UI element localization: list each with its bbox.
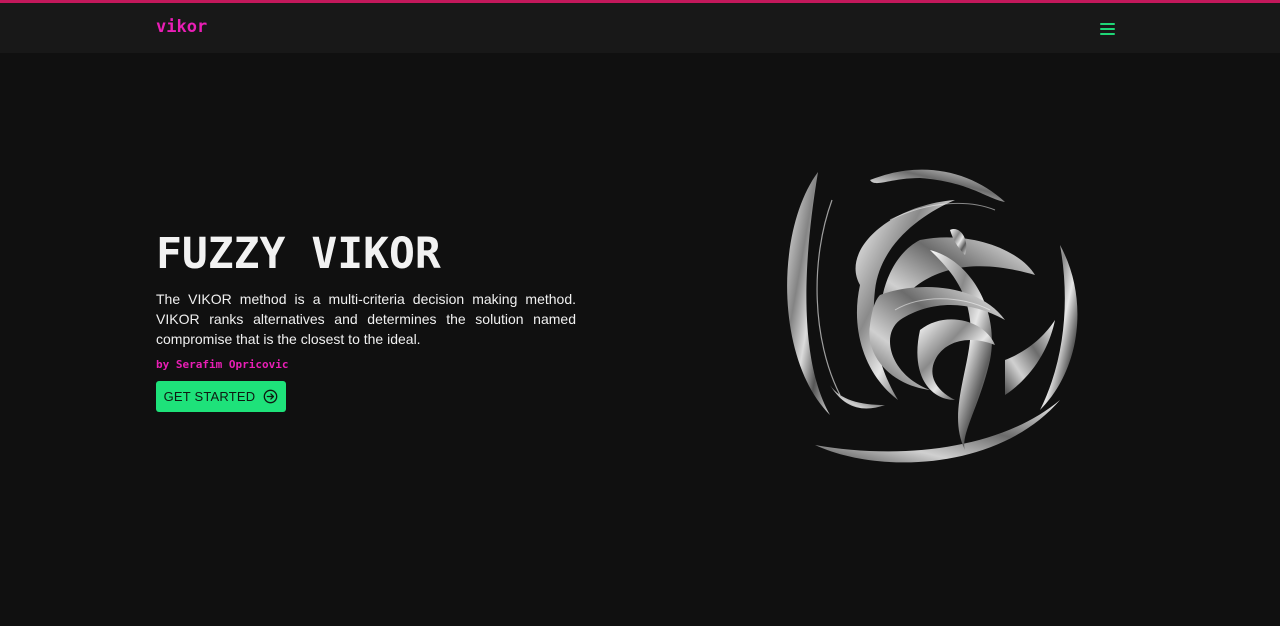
navbar: vikor: [0, 3, 1280, 53]
hero-title: FUZZY VIKOR: [156, 229, 441, 279]
hero-description: The VIKOR method is a multi-criteria dec…: [156, 291, 576, 347]
author-credit: by Serafim Opricovic: [156, 358, 289, 371]
menu-bar-line: [1100, 33, 1115, 35]
hamburger-menu-icon[interactable]: [1098, 19, 1118, 39]
menu-bar-line: [1100, 23, 1115, 25]
get-started-button[interactable]: GET STARTED: [156, 381, 286, 412]
get-started-label: GET STARTED: [163, 389, 256, 404]
arrow-right-circle-icon: [263, 389, 278, 404]
menu-bar-line: [1100, 28, 1115, 30]
chrome-abstract-swirl-graphic: [770, 160, 1100, 480]
brand-logo-link[interactable]: vikor: [156, 17, 207, 37]
